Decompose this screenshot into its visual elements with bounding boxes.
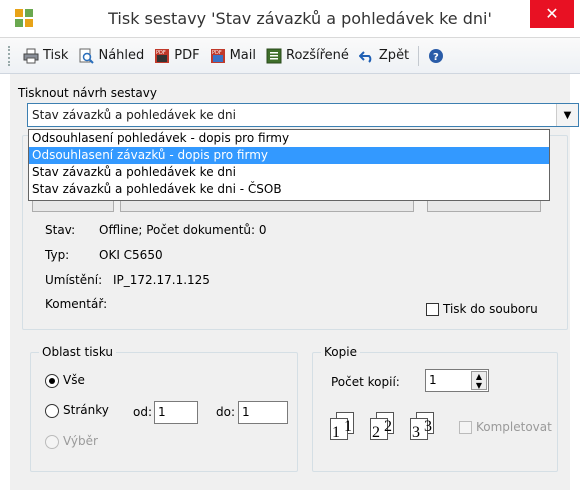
print-range-title: Oblast tisku bbox=[39, 345, 116, 359]
report-design-label: Tisknout návrh sestavy bbox=[18, 86, 157, 100]
range-selection-label: Výběr bbox=[63, 434, 98, 448]
radio-button[interactable] bbox=[45, 403, 59, 418]
printer-status-row: Stav: Offline; Počet dokumentů: 0 bbox=[45, 223, 267, 237]
dropdown-option[interactable]: Odsouhlasení pohledávek - dopis pro firm… bbox=[29, 130, 549, 147]
copies-count-label: Počet kopií: bbox=[331, 375, 400, 389]
range-pages-radio[interactable]: Stránky bbox=[45, 403, 109, 418]
checkbox-box[interactable] bbox=[459, 421, 472, 434]
dropdown-option[interactable]: Stav závazků a pohledávek ke dni - ČSOB bbox=[29, 181, 549, 198]
svg-text:?: ? bbox=[433, 52, 439, 63]
comment-label: Komentář: bbox=[45, 297, 108, 311]
collate-label: Kompletovat bbox=[476, 420, 552, 434]
toolbar-separator bbox=[418, 45, 420, 66]
dropdown-option[interactable]: Odsouhlasení závazků - dopis pro firmy bbox=[29, 147, 549, 164]
window-title: Tisk sestavy 'Stav závazků a pohledávek … bbox=[108, 9, 492, 28]
help-button[interactable]: ? bbox=[423, 44, 449, 68]
toolbar-grip[interactable] bbox=[8, 45, 12, 66]
back-label: Zpět bbox=[378, 48, 410, 63]
status-value: Offline; Počet dokumentů: 0 bbox=[99, 223, 267, 237]
report-design-dropdown: Odsouhlasení pohledávek - dopis pro firm… bbox=[28, 129, 550, 201]
printer-icon bbox=[23, 48, 39, 63]
checkbox-box[interactable] bbox=[426, 303, 439, 316]
print-button[interactable]: Tisk bbox=[18, 44, 73, 68]
undo-arrow-icon bbox=[358, 50, 372, 63]
pdf-icon: PDF bbox=[155, 48, 170, 63]
status-label: Stav: bbox=[45, 223, 76, 237]
from-label: od: bbox=[133, 405, 153, 419]
preview-icon bbox=[79, 48, 95, 64]
page-number: 2 bbox=[384, 418, 392, 435]
print-to-file-checkbox[interactable]: Tisk do souboru bbox=[426, 302, 538, 316]
report-design-selected: Stav závazků a pohledávek ke dni bbox=[32, 108, 236, 122]
page-number: 3 bbox=[424, 418, 432, 435]
dropdown-option[interactable]: Stav závazků a pohledávek ke dni bbox=[29, 164, 549, 181]
range-all-label: Vše bbox=[63, 373, 85, 387]
print-label: Tisk bbox=[43, 48, 69, 63]
print-to-file-label: Tisk do souboru bbox=[443, 302, 538, 316]
page-number: 2 bbox=[372, 424, 380, 441]
pdf-button[interactable]: PDF PDF bbox=[149, 44, 204, 68]
type-label: Typ: bbox=[45, 248, 70, 262]
printer-type-row: Typ: OKI C5650 bbox=[45, 248, 163, 262]
location-value: IP_172.17.1.125 bbox=[113, 273, 210, 287]
from-input[interactable]: 1 bbox=[154, 401, 198, 424]
preview-label: Náhled bbox=[98, 48, 145, 63]
page-number: 1 bbox=[344, 418, 352, 435]
svg-text:PDF: PDF bbox=[156, 50, 166, 56]
range-selection-radio[interactable]: Výběr bbox=[45, 434, 98, 449]
printer-location-row: Umístění: IP_172.17.1.125 bbox=[45, 273, 210, 287]
printer-comment-row: Komentář: bbox=[45, 297, 107, 311]
mail-pdf-icon: PDF bbox=[210, 48, 225, 63]
back-button[interactable]: Zpět bbox=[354, 44, 414, 68]
close-icon: ✕ bbox=[545, 4, 559, 23]
range-all-radio[interactable]: Vše bbox=[45, 373, 85, 388]
title-bar: Tisk sestavy 'Stav závazků a pohledávek … bbox=[0, 0, 580, 38]
close-button[interactable]: ✕ bbox=[530, 0, 574, 28]
range-pages-label: Stránky bbox=[63, 403, 109, 417]
report-design-combobox[interactable]: Stav závazků a pohledávek ke dni ▼ bbox=[27, 103, 579, 127]
mail-label: Mail bbox=[229, 48, 256, 63]
svg-text:PDF: PDF bbox=[212, 50, 222, 56]
advanced-button[interactable]: Rozšířené bbox=[261, 44, 354, 68]
radio-button[interactable] bbox=[45, 373, 59, 388]
radio-button[interactable] bbox=[45, 434, 59, 449]
chevron-down-icon[interactable]: ▼ bbox=[556, 104, 578, 126]
page-number: 3 bbox=[412, 424, 420, 441]
collate-checkbox[interactable]: Kompletovat bbox=[459, 420, 552, 434]
advanced-icon bbox=[266, 48, 282, 63]
to-label: do: bbox=[216, 405, 236, 419]
type-value: OKI C5650 bbox=[99, 248, 163, 262]
advanced-label: Rozšířené bbox=[286, 48, 349, 63]
copies-spinner[interactable]: ▲ ▼ bbox=[471, 371, 487, 390]
mail-button[interactable]: PDF Mail bbox=[205, 44, 261, 68]
preview-button[interactable]: Náhled bbox=[73, 44, 149, 68]
page-number: 1 bbox=[332, 424, 340, 441]
help-icon: ? bbox=[429, 48, 444, 63]
location-label: Umístění: bbox=[45, 273, 103, 287]
toolbar: Tisk Náhled PDF PDF PDF Mail Rozšířené Z… bbox=[0, 38, 580, 74]
to-input[interactable]: 1 bbox=[238, 401, 288, 424]
pdf-label: PDF bbox=[174, 48, 200, 63]
copies-title: Kopie bbox=[321, 345, 360, 359]
